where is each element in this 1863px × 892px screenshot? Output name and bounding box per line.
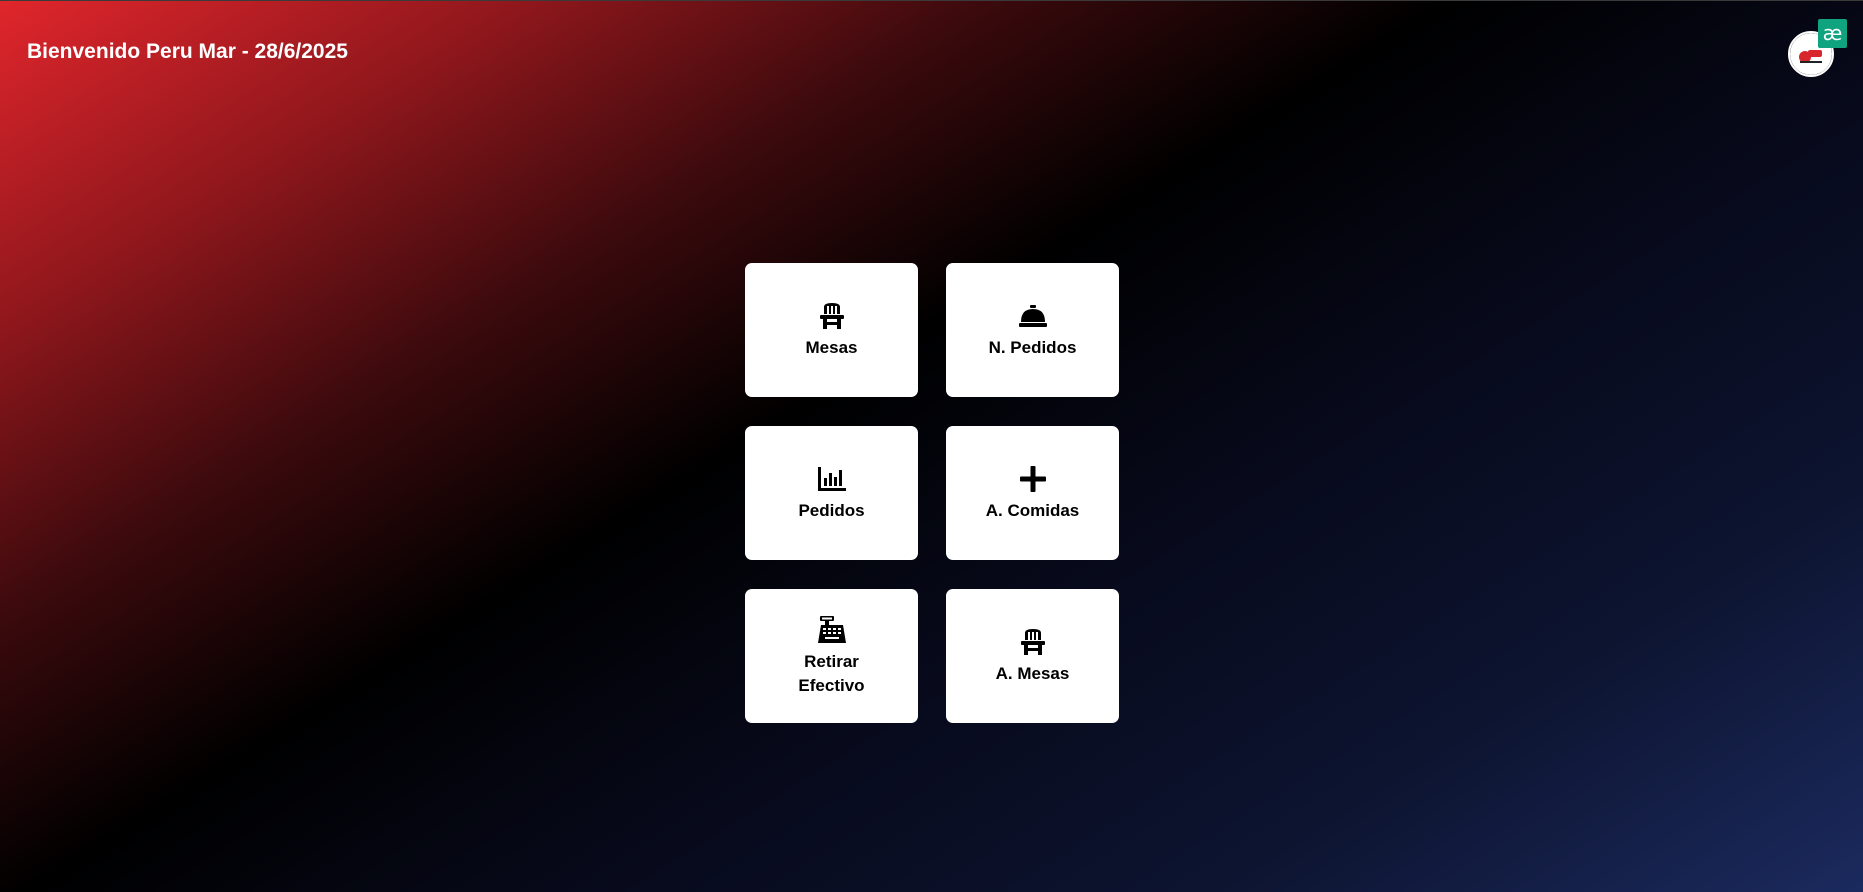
- tile-label: Pedidos: [798, 500, 865, 520]
- menu-grid: Mesas N. Pedidos Pedidos A. Comidas Reti…: [745, 263, 1119, 723]
- service-bell-icon: [1018, 301, 1048, 331]
- top-border: [0, 0, 1863, 1]
- extension-icon[interactable]: æ: [1818, 19, 1847, 48]
- plus-icon: [1018, 464, 1048, 494]
- cash-register-icon: [817, 615, 847, 645]
- tile-n-pedidos[interactable]: N. Pedidos: [946, 263, 1119, 397]
- chair-icon: [1018, 627, 1048, 657]
- tile-retirar-efectivo[interactable]: Retirar Efectivo: [745, 589, 918, 723]
- tile-pedidos[interactable]: Pedidos: [745, 426, 918, 560]
- tile-label: N. Pedidos: [988, 337, 1077, 357]
- tile-mesas[interactable]: Mesas: [745, 263, 918, 397]
- tile-a-comidas[interactable]: A. Comidas: [946, 426, 1119, 560]
- tile-label: Retirar Efectivo: [798, 651, 865, 695]
- tile-label: A. Comidas: [985, 500, 1080, 520]
- bar-chart-icon: [817, 464, 847, 494]
- chair-icon: [817, 301, 847, 331]
- welcome-title: Bienvenido Peru Mar - 28/6/2025: [27, 40, 348, 63]
- tile-a-mesas[interactable]: A. Mesas: [946, 589, 1119, 723]
- tile-label: A. Mesas: [995, 663, 1070, 683]
- tile-label: Mesas: [805, 337, 858, 357]
